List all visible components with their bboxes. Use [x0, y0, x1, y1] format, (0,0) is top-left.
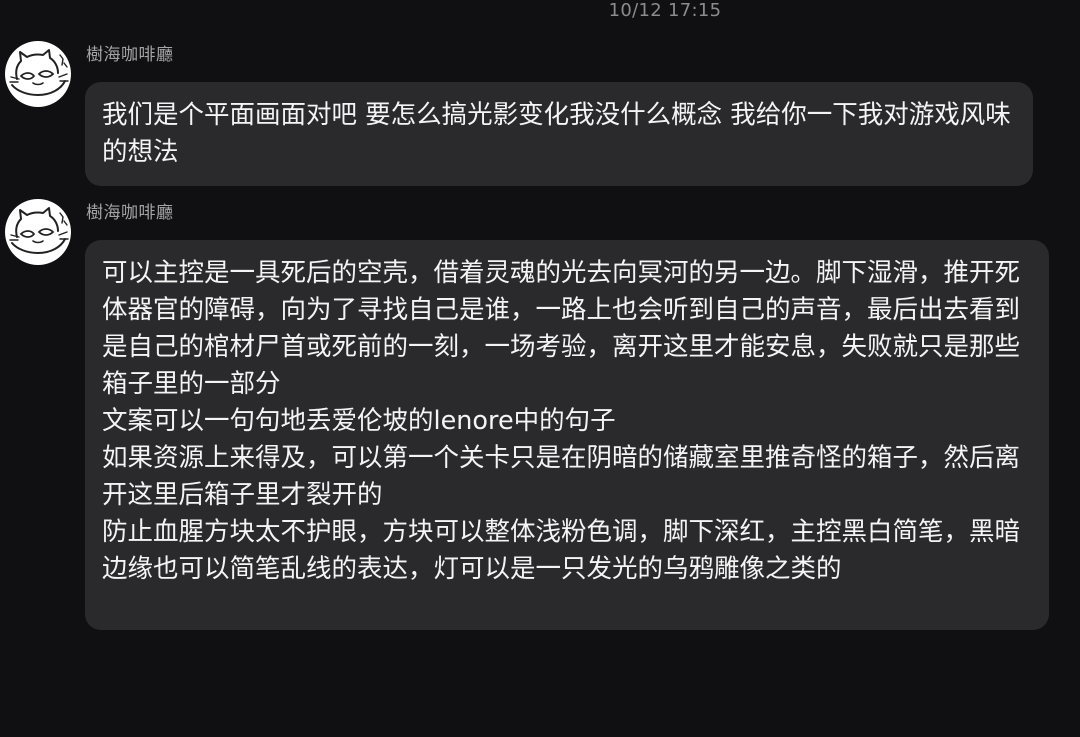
message-row: 樹海咖啡廳 我们是个平面画面对吧 要怎么搞光影变化我没什么概念 我给你一下我对游…	[0, 40, 1080, 190]
cat-face-avatar-icon[interactable]	[5, 199, 71, 265]
chat-view: 10/12 17:15 樹海咖啡廳 我们是个平面画面对吧 要怎么搞光影变化我没什…	[0, 0, 1080, 737]
sender-name: 樹海咖啡廳	[86, 203, 174, 223]
cat-face-avatar-icon[interactable]	[5, 41, 71, 107]
message-bubble[interactable]: 可以主控是一具死后的空壳，借着灵魂的光去向冥河的另一边。脚下湿滑，推开死体器官的…	[85, 240, 1049, 630]
message-timestamp: 10/12 17:15	[608, 0, 722, 21]
message-row: 樹海咖啡廳 可以主控是一具死后的空壳，借着灵魂的光去向冥河的另一边。脚下湿滑，推…	[0, 198, 1080, 638]
message-bubble[interactable]: 我们是个平面画面对吧 要怎么搞光影变化我没什么概念 我给你一下我对游戏风味的想法	[85, 82, 1033, 186]
sender-name: 樹海咖啡廳	[86, 45, 174, 65]
